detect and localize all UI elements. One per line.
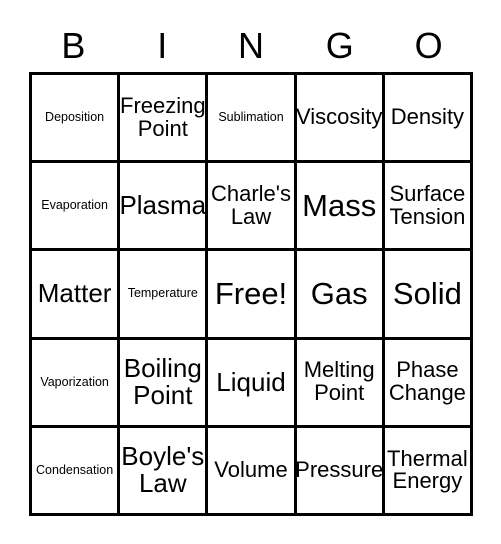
- bingo-grid: Deposition Freezing Point Sublimation Vi…: [29, 72, 473, 516]
- bingo-cell-r5c2[interactable]: Boyle's Law: [120, 427, 209, 516]
- bingo-cell-label: Boyle's Law: [121, 441, 205, 499]
- bingo-cell-label: Charle's Law: [210, 180, 291, 229]
- bingo-cell-label: Deposition: [45, 110, 105, 125]
- bingo-cell-label: Plasma: [120, 190, 207, 221]
- bingo-cell-label: Condensation: [36, 462, 114, 477]
- bingo-cell-label: Surface Tension: [389, 180, 466, 229]
- bingo-cell-label: Solid: [392, 275, 462, 311]
- bingo-cell-r4c1[interactable]: Vaporization: [32, 339, 121, 428]
- bingo-cell-r1c5[interactable]: Density: [384, 75, 473, 164]
- bingo-cell-r5c1[interactable]: Condensation: [32, 427, 121, 516]
- bingo-cell-label: Boiling Point: [123, 353, 202, 411]
- bingo-cell-r1c1[interactable]: Deposition: [32, 75, 121, 164]
- bingo-cell-r2c1[interactable]: Evaporation: [32, 163, 121, 252]
- bingo-cell-label: Thermal Energy: [387, 445, 468, 494]
- bingo-cell-label: Pressure: [296, 456, 384, 482]
- bingo-cell-r5c4[interactable]: Pressure: [296, 427, 385, 516]
- bingo-header-row: B I N G O: [29, 22, 473, 70]
- bingo-cell-label: Sublimation: [218, 110, 284, 125]
- bingo-cell-label: Viscosity: [296, 104, 383, 130]
- bingo-cell-label: Temperature: [127, 286, 198, 301]
- bingo-cell-r5c3[interactable]: Volume: [208, 427, 297, 516]
- bingo-card: B I N G O Deposition Freezing Point Subl…: [0, 0, 501, 544]
- bingo-cell-r5c5[interactable]: Thermal Energy: [384, 427, 473, 516]
- bingo-cell-label: Evaporation: [41, 198, 108, 213]
- header-letter-g: G: [325, 25, 354, 66]
- bingo-cell-r1c2[interactable]: Freezing Point: [120, 75, 209, 164]
- bingo-cell-label: Volume: [214, 456, 288, 482]
- bingo-cell-r2c2[interactable]: Plasma: [120, 163, 209, 252]
- bingo-cell-r2c5[interactable]: Surface Tension: [384, 163, 473, 252]
- bingo-cell-r4c2[interactable]: Boiling Point: [120, 339, 209, 428]
- bingo-cell-r3c1[interactable]: Matter: [32, 251, 121, 340]
- bingo-cell-label: Density: [390, 104, 465, 130]
- bingo-cell-label: Melting Point: [303, 357, 375, 406]
- bingo-cell-label: Vaporization: [40, 374, 109, 389]
- bingo-cell-free-space[interactable]: Free!: [208, 251, 297, 340]
- bingo-cell-r3c4[interactable]: Gas: [296, 251, 385, 340]
- bingo-cell-label: Liquid: [216, 366, 286, 397]
- bingo-cell-label: Mass: [302, 187, 377, 223]
- bingo-cell-r1c4[interactable]: Viscosity: [296, 75, 385, 164]
- header-letter-o: O: [414, 25, 443, 66]
- header-letter-i: I: [157, 25, 168, 66]
- bingo-cell-r2c3[interactable]: Charle's Law: [208, 163, 297, 252]
- bingo-cell-label: Free!: [214, 275, 288, 311]
- bingo-cell-r3c5[interactable]: Solid: [384, 251, 473, 340]
- bingo-cell-r4c5[interactable]: Phase Change: [384, 339, 473, 428]
- bingo-cell-r3c2[interactable]: Temperature: [120, 251, 209, 340]
- bingo-cell-r4c4[interactable]: Melting Point: [296, 339, 385, 428]
- bingo-cell-r1c3[interactable]: Sublimation: [208, 75, 297, 164]
- bingo-cell-r2c4[interactable]: Mass: [296, 163, 385, 252]
- header-letter-n: N: [237, 25, 264, 66]
- bingo-cell-label: Gas: [310, 275, 368, 311]
- bingo-cell-label: Phase Change: [388, 357, 466, 406]
- bingo-cell-label: Matter: [37, 278, 112, 309]
- bingo-cell-r4c3[interactable]: Liquid: [208, 339, 297, 428]
- bingo-cell-label: Freezing Point: [120, 92, 206, 141]
- header-letter-b: B: [61, 25, 86, 66]
